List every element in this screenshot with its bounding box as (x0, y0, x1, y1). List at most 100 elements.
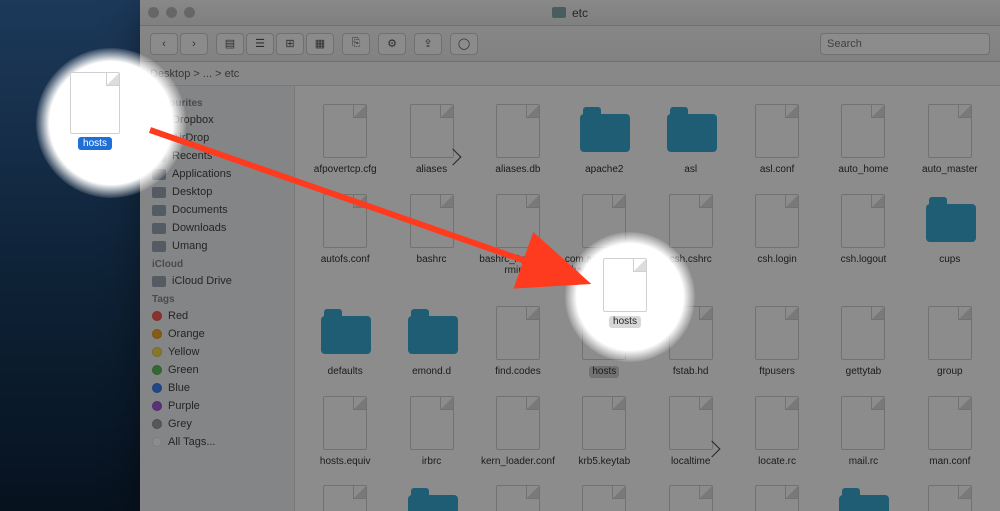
file-item[interactable]: asl (651, 104, 731, 176)
file-item[interactable]: irbrc (391, 396, 471, 468)
sidebar-item-desktop[interactable]: Desktop (140, 183, 294, 201)
forward-button[interactable]: › (180, 33, 208, 55)
file-item[interactable]: group (910, 306, 990, 378)
sidebar-tag-item[interactable]: Purple (140, 397, 294, 415)
file-item[interactable]: networks (651, 485, 731, 511)
file-grid-area[interactable]: afpovertcp.cfg aliases aliases.db apache… (295, 86, 1000, 511)
file-item[interactable]: nanorc (564, 485, 644, 511)
sidebar-tag-item[interactable]: Grey (140, 415, 294, 433)
file-label: asl.conf (760, 164, 794, 176)
file-item[interactable]: auto_master (910, 104, 990, 176)
sidebar-item-airdrop[interactable]: AirDrop (140, 129, 294, 147)
file-item[interactable]: csh.logout (823, 194, 903, 289)
file-label: hosts (589, 366, 619, 378)
sidebar-item-dropbox[interactable]: Dropbox (140, 111, 294, 129)
titlebar: etc (140, 0, 1000, 26)
file-label: aliases (416, 164, 447, 176)
sidebar-tag-item[interactable]: All Tags... (140, 433, 294, 451)
file-label: locate.rc (758, 456, 796, 468)
file-item[interactable]: mail.rc (823, 396, 903, 468)
file-label: auto_home (838, 164, 888, 176)
file-item[interactable]: manpaths (305, 485, 385, 511)
sidebar-tag-item[interactable]: Green (140, 361, 294, 379)
file-item[interactable]: defaults (305, 306, 385, 378)
file-item[interactable]: csh.cshrc (651, 194, 731, 289)
file-item[interactable]: apache2 (564, 104, 644, 176)
view-list-button[interactable]: ☰ (246, 33, 274, 55)
file-item[interactable]: localtime (651, 396, 731, 468)
group-button[interactable]: ⎘ (342, 33, 370, 55)
sidebar-item-home[interactable]: Umang (140, 237, 294, 255)
sidebar-tag-item[interactable]: Orange (140, 325, 294, 343)
file-item[interactable]: bashrc_Apple_Terminal (478, 194, 558, 289)
folder-icon (552, 7, 566, 18)
sidebar-item-label: iCloud Drive (172, 275, 232, 287)
sidebar-item-label: AirDrop (172, 132, 209, 144)
file-item[interactable]: aliases (391, 104, 471, 176)
file-item[interactable]: fstab.hd (651, 306, 731, 378)
file-label: defaults (328, 366, 363, 378)
file-item[interactable]: manpaths.d (391, 485, 471, 511)
file-item[interactable]: man.conf (910, 396, 990, 468)
file-item[interactable]: asl.conf (737, 104, 817, 176)
sidebar-item-label: Purple (168, 400, 200, 412)
action-button[interactable]: ⚙︎ (378, 33, 406, 55)
file-item[interactable]: newsyslog.conf (737, 485, 817, 511)
file-item[interactable]: gettytab (823, 306, 903, 378)
view-icons-button[interactable]: ▤ (216, 33, 244, 55)
file-item[interactable]: kern_loader.conf (478, 396, 558, 468)
sidebar-item-icloud[interactable]: iCloud Drive (140, 272, 294, 290)
sidebar-item-label: Desktop (172, 186, 212, 198)
view-gallery-button[interactable]: ▦ (306, 33, 334, 55)
document-icon (70, 72, 120, 134)
file-item[interactable]: bashrc (391, 194, 471, 289)
file-item[interactable]: aliases.db (478, 104, 558, 176)
back-button[interactable]: ‹ (150, 33, 178, 55)
sidebar-tag-item[interactable]: Yellow (140, 343, 294, 361)
file-item[interactable]: ftpusers (737, 306, 817, 378)
share-button[interactable]: ⇪ (414, 33, 442, 55)
sidebar-item-label: Documents (172, 204, 228, 216)
file-item[interactable]: emond.d (391, 306, 471, 378)
file-item[interactable]: csh.login (737, 194, 817, 289)
file-item[interactable]: auto_home (823, 104, 903, 176)
sidebar-heading-icloud: iCloud (140, 255, 294, 272)
file-item[interactable]: hosts.equiv (305, 396, 385, 468)
close-button[interactable] (148, 7, 159, 18)
file-label: csh.login (757, 254, 796, 266)
file-item[interactable]: newsyslog.d (823, 485, 903, 511)
sidebar-item-label: Red (168, 310, 188, 322)
file-label: csh.logout (841, 254, 887, 266)
file-label: localtime (671, 456, 710, 468)
file-label: emond.d (412, 366, 451, 378)
sidebar-item-label: Yellow (168, 346, 199, 358)
file-item[interactable]: nfs.conf (910, 485, 990, 511)
tag-button[interactable]: ◯ (450, 33, 478, 55)
sidebar-item-label: Grey (168, 418, 192, 430)
toolbar: ‹ › ▤ ☰ ⊞ ▦ ⎘ ⚙︎ ⇪ ◯ (140, 26, 1000, 62)
desktop-hosts-file[interactable]: hosts (70, 72, 120, 150)
sidebar-tag-item[interactable]: Blue (140, 379, 294, 397)
file-item[interactable]: locate.rc (737, 396, 817, 468)
sidebar-item-downloads[interactable]: Downloads (140, 219, 294, 237)
file-item[interactable]: afpovertcp.cfg (305, 104, 385, 176)
sidebar-item-apps[interactable]: Applications (140, 165, 294, 183)
search-input[interactable] (820, 33, 990, 55)
spotlight-hosts-file[interactable]: hosts (603, 258, 647, 328)
file-item[interactable]: cups (910, 194, 990, 289)
sidebar-item-label: Umang (172, 240, 207, 252)
sidebar-heading-tags: Tags (140, 290, 294, 307)
file-item[interactable]: krb5.keytab (564, 396, 644, 468)
sidebar-item-label: Blue (168, 382, 190, 394)
pathbar[interactable]: Desktop > ... > etc (140, 62, 1000, 86)
sidebar-tag-item[interactable]: Red (140, 307, 294, 325)
minimize-button[interactable] (166, 7, 177, 18)
file-item[interactable]: find.codes (478, 306, 558, 378)
sidebar-item-label: All Tags... (168, 436, 216, 448)
file-item[interactable]: master.passwd (478, 485, 558, 511)
file-item[interactable]: autofs.conf (305, 194, 385, 289)
sidebar-item-docs[interactable]: Documents (140, 201, 294, 219)
view-columns-button[interactable]: ⊞ (276, 33, 304, 55)
sidebar-item-recents[interactable]: Recents (140, 147, 294, 165)
maximize-button[interactable] (184, 7, 195, 18)
